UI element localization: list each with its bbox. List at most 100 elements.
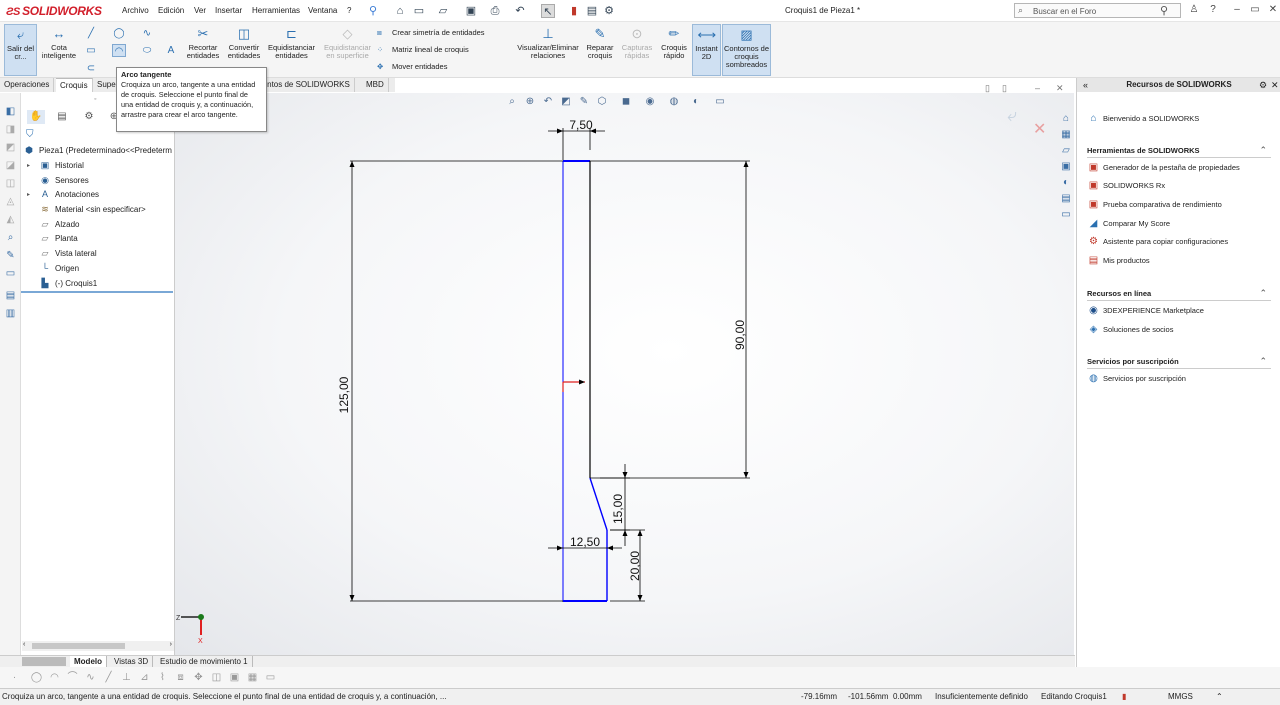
offset-entities-button[interactable]: ⊏ Equidistanciar entidades <box>264 24 319 60</box>
sketch-line-chamfer[interactable] <box>589 477 608 531</box>
search-icon[interactable]: ⚲ <box>1160 4 1168 17</box>
smart-dimension-button[interactable]: ↔ Cota inteligente <box>40 24 78 60</box>
tangent-arc-icon[interactable]: ◠ <box>112 44 126 57</box>
trim-entities-button[interactable]: ✂ Recortar entidades <box>182 24 224 60</box>
dimension-total-height[interactable]: 125,00 <box>337 376 351 413</box>
tree-item-planta[interactable]: ▱ Planta <box>21 233 175 245</box>
tab-mbd[interactable]: MBD <box>362 78 389 92</box>
resource-link[interactable]: ▣ Generador de la pestaña de propiedades <box>1087 161 1240 175</box>
menu-ver[interactable]: Ver <box>194 6 206 15</box>
new-document-icon[interactable]: ▭ <box>412 4 426 18</box>
line-icon[interactable]: ╱ <box>84 27 98 40</box>
home-icon[interactable]: ⌂ <box>393 4 407 18</box>
tool-icon[interactable]: ◠ <box>48 671 61 684</box>
sketch-tool-icon[interactable]: ◫ <box>4 177 17 190</box>
resource-link[interactable]: ◢ Comparar My Score <box>1087 217 1170 231</box>
tab-operaciones[interactable]: Operaciones <box>0 78 55 92</box>
tool-icon[interactable]: ∿ <box>84 671 97 684</box>
resource-link[interactable]: ◉ 3DEXPERIENCE Marketplace <box>1087 304 1204 318</box>
shaded-sketch-contours-button[interactable]: ▨ Contornos de croquis sombreados <box>722 24 771 76</box>
rectangle-icon[interactable]: ▭ <box>84 44 98 57</box>
units-menu-icon[interactable]: ⌃ <box>1216 689 1223 704</box>
tool-icon[interactable]: ⊥ <box>120 671 133 684</box>
user-icon[interactable]: ♙ <box>1187 3 1201 17</box>
sketch-tool-icon[interactable]: ▥ <box>4 307 17 320</box>
chevron-up-icon[interactable]: ⌃ <box>1259 356 1267 367</box>
help-icon[interactable]: ? <box>1206 3 1220 17</box>
scroll-thumb[interactable] <box>32 643 125 649</box>
menu-herramientas[interactable]: Herramientas <box>252 6 300 15</box>
tool-icon[interactable]: ⧈ <box>174 671 187 684</box>
rebuild-status-icon[interactable]: ▮ <box>1122 689 1126 704</box>
instant-2d-button[interactable]: ⟷ Instant 2D <box>692 24 721 76</box>
repair-sketch-button[interactable]: ✎ Reparar croquis <box>583 24 617 60</box>
section-herramientas[interactable]: Herramientas de SOLIDWORKS ⌃ <box>1087 145 1271 158</box>
tab-estudio-movimiento[interactable]: Estudio de movimiento 1 <box>156 656 253 667</box>
tool-icon[interactable]: ◯ <box>30 671 43 684</box>
save-icon[interactable]: ▣ <box>464 4 478 18</box>
sketch-tool-icon[interactable]: ◭ <box>4 213 17 226</box>
tool-icon[interactable]: ╱ <box>102 671 115 684</box>
options-gear-icon[interactable]: ⚙ <box>602 4 616 18</box>
mirror-entities-button[interactable]: ⧈ Crear simetría de entidades <box>377 28 485 38</box>
expand-icon[interactable]: ▸ <box>27 189 35 201</box>
design-library-icon[interactable]: ▦ <box>1059 128 1073 141</box>
tree-root[interactable]: ⬢ Pieza1 (Predeterminado<<Predeterm <box>21 145 175 157</box>
home-icon[interactable]: ⌂ <box>1059 112 1073 125</box>
resource-link[interactable]: ▤ Mis productos <box>1087 254 1150 268</box>
dimension-bottom-width[interactable]: 12,50 <box>570 535 600 549</box>
resource-link[interactable]: ▣ SOLIDWORKS Rx <box>1087 179 1165 193</box>
tree-item-anotaciones[interactable]: ▸ A Anotaciones <box>21 189 175 201</box>
file-explorer-icon[interactable]: ▱ <box>1059 144 1073 157</box>
graphics-area[interactable]: ⌕ ⊕ ↶ ◩ ✎ ⬡ ◼ ◉ ◍ ◐ ▭ ▯ ▯ – ✕ ⤶ ✕ 7,50 12… <box>175 83 1074 666</box>
display-relations-button[interactable]: ⊥ Visualizar/Eliminar relaciones <box>514 24 582 60</box>
resource-link[interactable]: ◍ Servicios por suscripción <box>1087 372 1186 386</box>
tree-item-croquis1[interactable]: ▙ (-) Croquis1 <box>21 278 175 290</box>
move-entities-button[interactable]: ✥ Mover entidades <box>377 62 447 71</box>
tree-item-alzado[interactable]: ▱ Alzado <box>21 219 175 231</box>
slot-icon[interactable]: ⊂ <box>84 62 98 75</box>
sketch-tool-icon[interactable]: ⌕ <box>4 231 17 244</box>
close-icon[interactable]: ✕ <box>1266 3 1280 17</box>
dimension-step-height[interactable]: 15,00 <box>611 494 625 524</box>
tree-item-origen[interactable]: └ Origen <box>21 263 175 275</box>
scroll-left-icon[interactable]: ‹ <box>23 641 25 648</box>
offset-surface-button[interactable]: ◇ Equidistanciar en superficie <box>320 24 375 60</box>
chevron-up-icon[interactable]: ⌃ <box>1259 145 1267 156</box>
tab-modelo[interactable]: Modelo <box>70 656 107 667</box>
pin-icon[interactable]: ⚲ <box>366 4 380 18</box>
quick-sketch-button[interactable]: ✏ Croquis rápido <box>657 24 691 60</box>
tool-icon[interactable]: ▦ <box>246 671 259 684</box>
dimension-right-height[interactable]: 90,00 <box>733 320 747 350</box>
dimension-top-width[interactable]: 7,50 <box>569 118 593 132</box>
sketch-tool-icon[interactable]: ◨ <box>4 123 17 136</box>
tab-scroll-buttons[interactable] <box>22 657 66 666</box>
menu-edicion[interactable]: Edición <box>158 6 184 15</box>
rollback-bar[interactable] <box>21 291 173 293</box>
linear-pattern-button[interactable]: ⁘ Matriz lineal de croquis <box>377 45 469 54</box>
tool-icon[interactable]: ⌒ <box>66 671 79 684</box>
tree-item-vista-lateral[interactable]: ▱ Vista lateral <box>21 248 175 260</box>
select-arrow-icon[interactable]: ↖ <box>541 4 555 18</box>
expand-icon[interactable]: ▸ <box>27 160 35 172</box>
section-servicios[interactable]: Servicios por suscripción ⌃ <box>1087 356 1271 369</box>
dimension-bottom-height[interactable]: 20,00 <box>628 551 642 581</box>
print-icon[interactable]: ⎙ <box>488 4 502 18</box>
quick-snaps-button[interactable]: ⊙ Capturas rápidas <box>620 24 654 60</box>
panel-splitter-icon[interactable]: ◦ <box>94 96 96 103</box>
sketch-tool-icon[interactable]: ▤ <box>4 289 17 302</box>
text-icon[interactable]: A <box>164 44 178 57</box>
help-menu-icon[interactable]: ? <box>347 6 351 15</box>
sketch-tool-icon[interactable]: ◩ <box>4 141 17 154</box>
forum-icon[interactable]: ▭ <box>1059 208 1073 221</box>
status-units[interactable]: MMGS <box>1168 689 1193 704</box>
open-icon[interactable]: ▱ <box>436 4 450 18</box>
restore-icon[interactable]: ▭ <box>1248 3 1262 17</box>
resource-link[interactable]: ◈ Soluciones de socios <box>1087 323 1174 337</box>
tab-croquis[interactable]: Croquis <box>56 78 93 92</box>
menu-insertar[interactable]: Insertar <box>215 6 242 15</box>
rebuild-icon[interactable]: ▮ <box>567 4 581 18</box>
collapse-panel-icon[interactable]: « <box>1083 78 1088 92</box>
sketch-tool-icon[interactable]: ▭ <box>4 267 17 280</box>
sketch-tool-icon[interactable]: ◪ <box>4 159 17 172</box>
